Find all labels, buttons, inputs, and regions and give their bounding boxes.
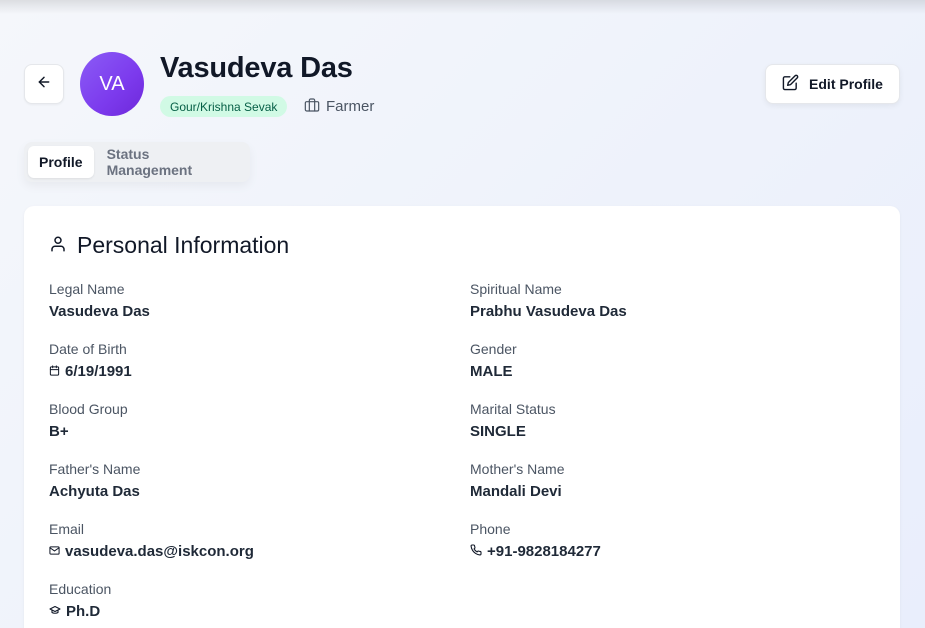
role-badge: Gour/Krishna Sevak: [160, 96, 288, 117]
father-name-field: Father's Name Achyuta Das: [49, 459, 140, 501]
personal-information-card: Personal Information Legal Name Vasudeva…: [24, 206, 900, 628]
graduation-cap-icon: [49, 603, 61, 620]
marital-status-field: Marital Status SINGLE: [470, 399, 556, 441]
edit-profile-label: Edit Profile: [809, 76, 883, 92]
education-value: Ph.D: [49, 601, 111, 621]
legal-name-value: Vasudeva Das: [49, 301, 150, 321]
legal-name-text: Vasudeva Das: [49, 302, 150, 320]
mother-name-value: Mandali Devi: [470, 481, 564, 501]
phone-value: +91-9828184277: [470, 541, 601, 561]
spiritual-name-text: Prabhu Vasudeva Das: [470, 302, 627, 320]
occupation: Farmer: [304, 96, 374, 117]
gender-value: MALE: [470, 361, 517, 381]
email-text: vasudeva.das@iskcon.org: [65, 542, 254, 560]
email-label: Email: [49, 521, 85, 537]
user-icon: [49, 232, 67, 259]
spiritual-name-value: Prabhu Vasudeva Das: [470, 301, 627, 321]
dob-text: 6/19/1991: [65, 362, 132, 380]
father-name-text: Achyuta Das: [49, 482, 140, 500]
spiritual-name-label: Spiritual Name: [470, 281, 562, 297]
back-button[interactable]: [24, 64, 64, 104]
card-title-text: Personal Information: [77, 231, 290, 258]
mail-icon: [49, 543, 60, 560]
tab-profile[interactable]: Profile: [28, 146, 94, 178]
arrow-left-icon: [36, 74, 52, 95]
tab-list: Profile Status Management: [24, 142, 250, 182]
gender-field: Gender MALE: [470, 339, 517, 381]
phone-text: +91-9828184277: [487, 542, 601, 560]
avatar: VA: [80, 52, 144, 116]
blood-group-value: B+: [49, 421, 128, 441]
profile-name: Vasudeva Das: [160, 52, 353, 84]
card-title: Personal Information: [49, 230, 289, 260]
mother-name-field: Mother's Name Mandali Devi: [470, 459, 564, 501]
legal-name-label: Legal Name: [49, 281, 125, 297]
dob-value: 6/19/1991: [49, 361, 132, 381]
edit-profile-button[interactable]: Edit Profile: [765, 64, 900, 104]
father-name-value: Achyuta Das: [49, 481, 140, 501]
blood-group-label: Blood Group: [49, 401, 128, 417]
dob-field: Date of Birth 6/19/1991: [49, 339, 132, 381]
email-field: Email vasudeva.das@iskcon.org: [49, 519, 254, 561]
tab-status-management-label: Status Management: [106, 146, 193, 178]
gender-text: MALE: [470, 362, 513, 380]
edit-icon: [782, 74, 799, 94]
father-name-label: Father's Name: [49, 461, 141, 477]
tab-status-management[interactable]: Status Management: [96, 146, 246, 178]
blood-group-text: B+: [49, 422, 69, 440]
legal-name-field: Legal Name Vasudeva Das: [49, 279, 150, 321]
phone-icon: [470, 543, 482, 560]
blood-group-field: Blood Group B+: [49, 399, 128, 441]
email-value: vasudeva.das@iskcon.org: [49, 541, 254, 561]
education-field: Education Ph.D: [49, 579, 111, 621]
spiritual-name-field: Spiritual Name Prabhu Vasudeva Das: [470, 279, 627, 321]
phone-field: Phone +91-9828184277: [470, 519, 601, 561]
gender-label: Gender: [470, 341, 517, 357]
briefcase-icon: [304, 97, 320, 117]
marital-status-value: SINGLE: [470, 421, 556, 441]
dob-label: Date of Birth: [49, 341, 127, 357]
role-badge-label: Gour/Krishna Sevak: [170, 99, 278, 114]
marital-status-text: SINGLE: [470, 422, 526, 440]
mother-name-label: Mother's Name: [470, 461, 565, 477]
top-shadow: [0, 0, 925, 14]
marital-status-label: Marital Status: [470, 401, 556, 417]
phone-label: Phone: [470, 521, 511, 537]
education-text: Ph.D: [66, 602, 101, 620]
occupation-label: Farmer: [326, 98, 375, 115]
education-label: Education: [49, 581, 112, 597]
mother-name-text: Mandali Devi: [470, 482, 562, 500]
tab-profile-label: Profile: [39, 154, 83, 170]
calendar-icon: [49, 363, 60, 380]
avatar-initials: VA: [99, 72, 125, 95]
